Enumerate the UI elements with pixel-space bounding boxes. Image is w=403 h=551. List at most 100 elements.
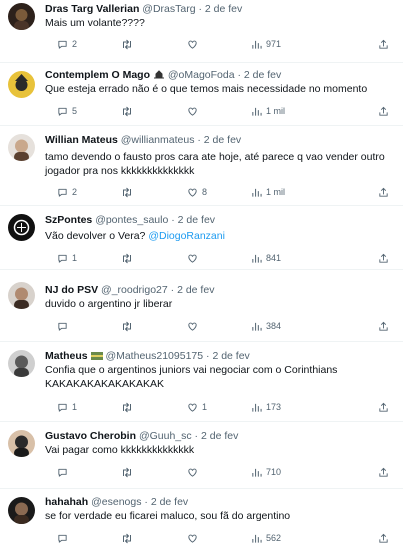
views-button[interactable]: 1 mil [251, 103, 285, 119]
views-button[interactable]: 841 [251, 250, 281, 266]
views-button[interactable]: 562 [251, 530, 281, 546]
author-name[interactable]: Dras Targ Vallerian [45, 3, 139, 15]
tweet-text-content: Vão devolver o Vera? [45, 230, 149, 242]
tweet[interactable]: hahahah @esenogs · 2 de fev se for verda… [0, 489, 403, 551]
avatar[interactable] [8, 214, 35, 241]
tweet-actions: 1 1 173 [45, 399, 393, 415]
author-handle[interactable]: @esenogs [91, 496, 141, 508]
share-button[interactable] [378, 318, 389, 334]
share-button[interactable] [378, 399, 389, 415]
tweet-date[interactable]: 2 de fev [151, 496, 188, 508]
reply-button[interactable]: 1 [57, 399, 77, 415]
separator-dot: · [144, 496, 148, 508]
author-handle[interactable]: @DrasTarg [142, 3, 195, 15]
like-button[interactable] [187, 36, 202, 52]
retweet-button[interactable] [121, 103, 137, 119]
author-handle[interactable]: @oMagoFoda [168, 69, 235, 81]
reply-count: 5 [72, 106, 78, 116]
tweet-date[interactable]: 2 de fev [205, 3, 242, 15]
share-icon [379, 533, 388, 543]
tweet[interactable]: Willian Mateus @willianmateus · 2 de fev… [0, 126, 403, 206]
like-button[interactable]: 1 [187, 399, 207, 415]
retweet-button[interactable] [121, 318, 137, 334]
share-button[interactable] [378, 36, 389, 52]
reply-icon [58, 534, 67, 543]
reply-count: 2 [72, 39, 78, 49]
retweet-button[interactable] [121, 530, 137, 546]
avatar[interactable] [8, 134, 35, 161]
reply-button[interactable]: 5 [57, 103, 77, 119]
reply-button[interactable]: 2 [57, 184, 77, 200]
retweet-button[interactable] [121, 250, 137, 266]
like-button[interactable] [187, 103, 202, 119]
tweet[interactable]: NJ do PSV @_roodrigo27 · 2 de fev duvido… [0, 270, 403, 342]
author-handle[interactable]: @willianmateus [121, 134, 195, 146]
tweet-date[interactable]: 2 de fev [178, 214, 215, 226]
author-name[interactable]: Willian Mateus [45, 134, 118, 146]
views-count: 971 [266, 39, 282, 49]
tweet[interactable]: Dras Targ Vallerian @DrasTarg · 2 de fev… [0, 0, 403, 63]
share-button[interactable] [378, 530, 389, 546]
author-name[interactable]: Contemplem O Mago [45, 69, 150, 81]
author-name[interactable]: NJ do PSV [45, 284, 98, 296]
replies-feed: Dras Targ Vallerian @DrasTarg · 2 de fev… [0, 0, 403, 551]
like-button[interactable] [187, 318, 202, 334]
views-button[interactable]: 971 [251, 36, 281, 52]
author-handle[interactable]: @Matheus21095175 [105, 350, 203, 362]
tweet-date[interactable]: 2 de fev [244, 69, 281, 81]
avatar[interactable] [8, 497, 35, 524]
share-button[interactable] [378, 464, 389, 480]
retweet-button[interactable] [121, 184, 137, 200]
views-count: 173 [266, 402, 282, 412]
reply-button[interactable]: 2 [57, 36, 77, 52]
retweet-icon [123, 321, 131, 331]
tweet[interactable]: Matheus @Matheus21095175 · 2 de fev Conf… [0, 342, 403, 422]
share-button[interactable] [378, 250, 389, 266]
share-button[interactable] [378, 184, 389, 200]
tweet-date[interactable]: 2 de fev [177, 284, 214, 296]
views-count: 1 mil [266, 106, 286, 116]
author-name[interactable]: Gustavo Cherobin [45, 430, 136, 442]
tweet[interactable]: Gustavo Cherobin @Guuh_sc · 2 de fev Vai… [0, 422, 403, 489]
retweet-button[interactable] [121, 464, 137, 480]
tweet-date[interactable]: 2 de fev [212, 350, 249, 362]
author-name[interactable]: SzPontes [45, 214, 92, 226]
avatar[interactable] [8, 3, 35, 30]
tweet[interactable]: SzPontes @pontes_saulo · 2 de fev Vão de… [0, 206, 403, 270]
avatar[interactable] [8, 430, 35, 457]
reply-icon [58, 107, 67, 116]
like-button[interactable] [187, 530, 202, 546]
retweet-icon [123, 533, 131, 543]
retweet-icon [123, 187, 131, 197]
tweet[interactable]: Contemplem O Mago @oMagoFoda · 2 de fev … [0, 63, 403, 126]
views-button[interactable]: 1 mil [251, 184, 285, 200]
mention-link[interactable]: @DiogoRanzani [148, 230, 225, 242]
author-name[interactable]: hahahah [45, 496, 88, 508]
tweet-date[interactable]: 2 de fev [201, 430, 238, 442]
avatar[interactable] [8, 350, 35, 377]
retweet-button[interactable] [121, 36, 137, 52]
views-button[interactable]: 710 [251, 464, 281, 480]
like-button[interactable]: 8 [187, 184, 207, 200]
avatar[interactable] [8, 71, 35, 98]
like-button[interactable] [187, 250, 202, 266]
author-name[interactable]: Matheus [45, 350, 88, 362]
reply-button[interactable]: 1 [57, 250, 77, 266]
views-count: 562 [266, 533, 282, 543]
views-button[interactable]: 173 [251, 399, 281, 415]
author-handle[interactable]: @Guuh_sc [139, 430, 192, 442]
author-handle[interactable]: @pontes_saulo [95, 214, 168, 226]
retweet-icon [123, 39, 131, 49]
views-button[interactable]: 384 [251, 318, 281, 334]
retweet-button[interactable] [121, 399, 137, 415]
like-button[interactable] [187, 464, 202, 480]
author-handle[interactable]: @_roodrigo27 [101, 284, 168, 296]
reply-button[interactable] [57, 530, 72, 546]
reply-button[interactable] [57, 318, 72, 334]
reply-icon [58, 254, 67, 263]
tweet-date[interactable]: 2 de fev [204, 134, 241, 146]
share-button[interactable] [378, 103, 389, 119]
avatar[interactable] [8, 282, 35, 309]
share-icon [379, 106, 388, 116]
reply-button[interactable] [57, 464, 72, 480]
